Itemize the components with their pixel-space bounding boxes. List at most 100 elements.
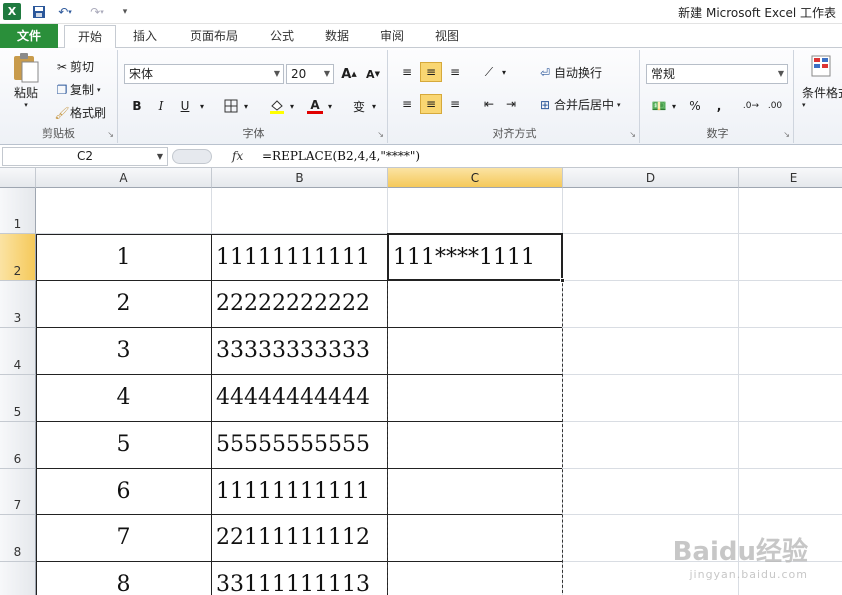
cell-b2[interactable]: 11111111111: [216, 235, 387, 281]
currency-icon[interactable]: 💵: [648, 96, 670, 116]
decrease-indent-icon[interactable]: ⇤: [478, 94, 500, 114]
italic-button[interactable]: I: [150, 96, 172, 116]
font-color-button[interactable]: A: [304, 96, 326, 116]
cell-a5[interactable]: 4: [36, 375, 211, 421]
select-all-corner[interactable]: [0, 168, 36, 188]
font-size-combo[interactable]: 20 ▼: [286, 64, 334, 84]
tab-home[interactable]: 开始: [64, 25, 116, 49]
column-header-e[interactable]: E: [739, 168, 842, 188]
formula-input[interactable]: =REPLACE(B2,4,4,"****"): [262, 149, 420, 163]
row-header[interactable]: 5: [0, 375, 36, 422]
copy-marquee: [387, 233, 563, 595]
phonetic-button[interactable]: 变: [348, 96, 370, 116]
cell-a8[interactable]: 7: [36, 515, 211, 561]
cell-b6[interactable]: 55555555555: [216, 422, 387, 468]
font-name-combo[interactable]: 宋体 ▼: [124, 64, 284, 84]
cell-b7[interactable]: 11111111111: [216, 469, 387, 515]
format-painter-label: 格式刷: [70, 106, 107, 120]
paste-button[interactable]: 粘贴 ▾: [8, 52, 44, 109]
shrink-font-button[interactable]: A ▼: [362, 64, 384, 84]
insert-function-icon[interactable]: fx: [232, 149, 243, 163]
save-icon[interactable]: [30, 3, 48, 20]
cell-b3[interactable]: 22222222222: [216, 281, 387, 327]
decrease-decimal-icon[interactable]: .00: [764, 96, 786, 116]
column-header-a[interactable]: A: [36, 168, 212, 188]
cell-a9[interactable]: 8: [36, 562, 211, 595]
conditional-format-icon: [811, 55, 831, 77]
orientation-dropdown-icon[interactable]: ▾: [498, 62, 510, 82]
format-painter-button[interactable]: 🖌 格式刷: [54, 104, 106, 121]
cell-b4[interactable]: 33333333333: [216, 328, 387, 374]
increase-indent-icon[interactable]: ⇥: [500, 94, 522, 114]
currency-dropdown-icon[interactable]: ▾: [668, 96, 680, 116]
cell-b8[interactable]: 22111111112: [216, 515, 387, 561]
customize-toolbar-icon[interactable]: ▾: [118, 3, 132, 20]
align-bottom-icon[interactable]: ≡: [444, 62, 466, 82]
row-header[interactable]: 8: [0, 515, 36, 562]
borders-button[interactable]: [220, 96, 242, 116]
align-left-icon[interactable]: ≡: [396, 94, 418, 114]
number-format-combo[interactable]: 常规 ▼: [646, 64, 788, 84]
cell-a4[interactable]: 3: [36, 328, 211, 374]
tab-formulas[interactable]: 公式: [260, 24, 304, 48]
cell-a3[interactable]: 2: [36, 281, 211, 327]
alignment-group: ≡ ≡ ≡ ⟋ ▾ ≡ ≡ ≡ ⇤ ⇥ ⏎ 自动换行 ⊞ 合并后居中 ▾ 对齐方…: [390, 50, 640, 143]
column-header-d[interactable]: D: [563, 168, 739, 188]
fill-color-dropdown-icon[interactable]: ▾: [286, 96, 298, 116]
tab-view[interactable]: 视图: [424, 24, 470, 48]
align-center-icon[interactable]: ≡: [420, 94, 442, 114]
align-right-icon[interactable]: ≡: [444, 94, 466, 114]
font-color-dropdown-icon[interactable]: ▾: [324, 96, 336, 116]
row-header[interactable]: 7: [0, 469, 36, 515]
spreadsheet-grid[interactable]: A B C D E 1 2 3 4 5 6 7 8 1 11111111111 …: [0, 168, 842, 595]
cell-b9[interactable]: 33111111113: [216, 562, 387, 595]
tab-page-layout[interactable]: 页面布局: [176, 24, 252, 48]
align-middle-icon[interactable]: ≡: [420, 62, 442, 82]
copy-button[interactable]: ❐ 复制 ▾: [54, 81, 101, 98]
phonetic-dropdown-icon[interactable]: ▾: [368, 96, 380, 116]
increase-decimal-icon[interactable]: .0→: [740, 96, 762, 116]
alignment-launcher-icon[interactable]: ↘: [629, 130, 636, 139]
cut-button[interactable]: ✂ 剪切: [54, 58, 94, 75]
clipboard-launcher-icon[interactable]: ↘: [107, 130, 114, 139]
underline-button[interactable]: U: [174, 96, 196, 116]
conditional-format-button[interactable]: 条件格式 ▾: [802, 54, 842, 109]
excel-app-icon[interactable]: X: [3, 3, 21, 20]
comma-button[interactable]: ,: [708, 96, 730, 116]
borders-dropdown-icon[interactable]: ▾: [240, 96, 252, 116]
tab-file[interactable]: 文件: [0, 24, 58, 48]
row-header[interactable]: 1: [0, 188, 36, 234]
bold-button[interactable]: B: [126, 96, 148, 116]
column-header-b[interactable]: B: [212, 168, 388, 188]
align-top-icon[interactable]: ≡: [396, 62, 418, 82]
redo-icon[interactable]: ↷ ▾: [86, 3, 108, 20]
row-header[interactable]: 2: [0, 234, 36, 281]
tab-data[interactable]: 数据: [314, 24, 360, 48]
cut-label: 剪切: [70, 60, 95, 74]
number-launcher-icon[interactable]: ↘: [783, 130, 790, 139]
cell-a6[interactable]: 5: [36, 422, 211, 468]
cell-a2[interactable]: 1: [36, 235, 211, 281]
wrap-text-button[interactable]: ⏎ 自动换行: [536, 64, 602, 81]
row-header[interactable]: [0, 562, 36, 595]
row-header[interactable]: 3: [0, 281, 36, 328]
column-header-c[interactable]: C: [388, 168, 563, 188]
cell-b5[interactable]: 44444444444: [216, 375, 387, 421]
name-box[interactable]: C2 ▼: [2, 147, 168, 166]
percent-button[interactable]: %: [684, 96, 706, 116]
orientation-icon[interactable]: ⟋: [478, 62, 500, 82]
cell-a7[interactable]: 6: [36, 469, 211, 515]
tab-insert[interactable]: 插入: [122, 24, 168, 48]
grow-font-button[interactable]: A ▲: [338, 64, 360, 84]
fill-handle[interactable]: [560, 278, 565, 283]
undo-icon[interactable]: ↶ ▾: [54, 3, 76, 20]
paste-label: 粘贴: [13, 86, 38, 100]
fill-color-button[interactable]: [266, 96, 288, 116]
merge-center-button[interactable]: ⊞ 合并后居中 ▾: [536, 96, 621, 113]
font-launcher-icon[interactable]: ↘: [377, 130, 384, 139]
tab-review[interactable]: 审阅: [370, 24, 414, 48]
row-header[interactable]: 4: [0, 328, 36, 375]
row-header[interactable]: 6: [0, 422, 36, 469]
formula-bar-resize-handle[interactable]: [172, 149, 212, 164]
underline-dropdown-icon[interactable]: ▾: [196, 96, 208, 116]
